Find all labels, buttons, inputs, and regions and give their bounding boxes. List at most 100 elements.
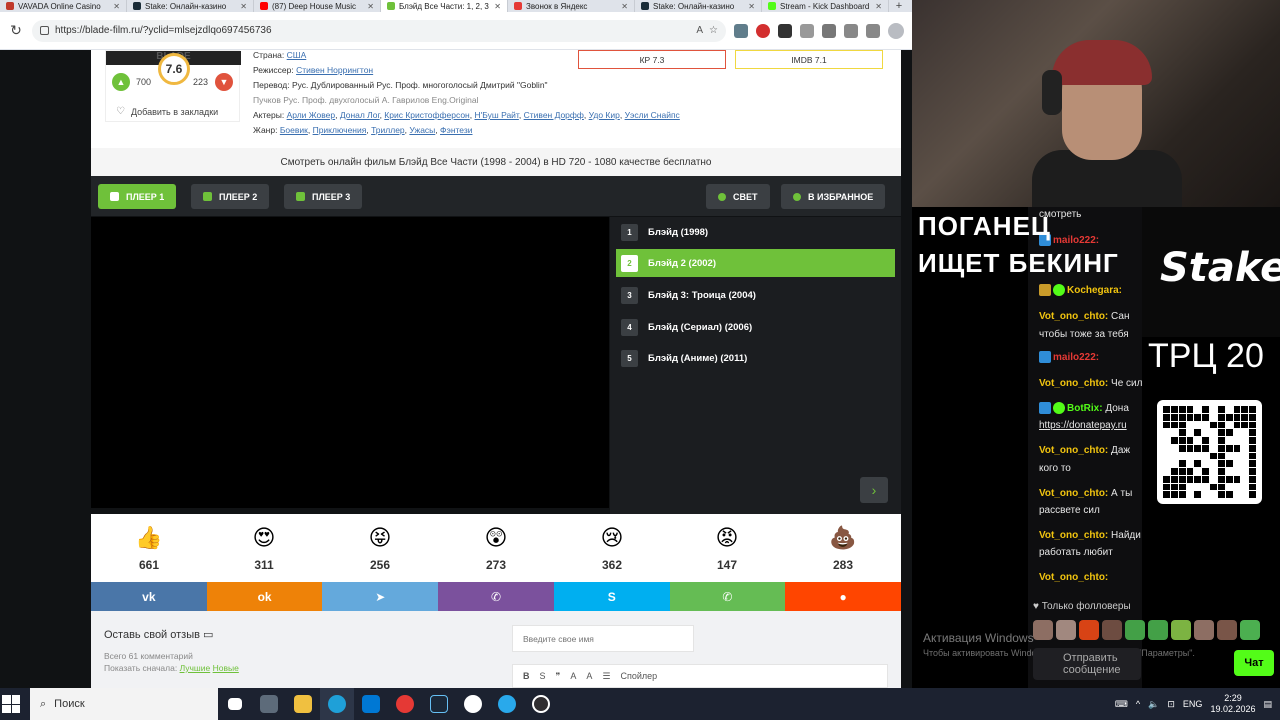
browser-tab[interactable]: Stream - Kick Dashboard ✕ [762, 0, 889, 12]
actor-link[interactable]: Стивен Дорфф [524, 110, 584, 120]
reaction-sad[interactable]: 😢 362 [582, 522, 642, 572]
emote-icon[interactable] [1125, 620, 1145, 640]
language-indicator[interactable]: ENG [1183, 699, 1203, 709]
lock-icon[interactable] [40, 26, 49, 35]
reaction-thumbs-up[interactable]: 👍 661 [119, 522, 179, 572]
obs-icon[interactable] [524, 688, 558, 720]
chat-send-button[interactable]: Чат [1234, 650, 1274, 676]
list-icon[interactable]: ☰ [602, 671, 610, 682]
bold-icon[interactable]: B [523, 671, 530, 681]
close-icon[interactable]: ✕ [113, 2, 120, 11]
reaction-poop[interactable]: 💩 283 [813, 522, 873, 572]
actor-link[interactable]: Удо Кир [589, 110, 620, 120]
star-icon[interactable]: ☆ [709, 25, 718, 36]
share-reddit-button[interactable]: ● [785, 582, 902, 611]
emote-icon[interactable] [1171, 620, 1191, 640]
episode-item[interactable]: 5 Блэйд (Аниме) (2011) [616, 344, 895, 372]
sort-new-link[interactable]: Новые [213, 663, 239, 673]
emote-icon[interactable] [1148, 620, 1168, 640]
puzzle-icon[interactable] [822, 23, 836, 38]
text-color-icon[interactable]: A [570, 671, 576, 681]
close-icon[interactable]: ✕ [748, 2, 755, 11]
share-telegram-button[interactable]: ➤ [322, 582, 439, 611]
profile-avatar[interactable] [888, 22, 904, 39]
genre-link[interactable]: Триллер [371, 125, 405, 135]
translate-icon[interactable]: A [696, 25, 703, 36]
tab-player-1[interactable]: ПЛЕЕР 1 [98, 184, 177, 209]
extension-icon[interactable] [734, 23, 748, 38]
background-color-icon[interactable]: A [586, 671, 592, 681]
bookmark-button[interactable]: ♡ Добавить в закладки [116, 106, 218, 117]
extension-icon[interactable] [756, 23, 770, 38]
chat-input[interactable]: Отправить сообщение [1033, 648, 1141, 680]
strike-icon[interactable]: S [540, 671, 546, 681]
share-viber-button[interactable]: ✆ [438, 582, 554, 611]
share-vk-button[interactable]: vk [91, 582, 207, 611]
mail-icon[interactable] [354, 688, 388, 720]
close-icon[interactable]: ✕ [240, 2, 247, 11]
favorites-icon[interactable] [844, 23, 858, 38]
reload-icon[interactable]: ↻ [8, 22, 24, 39]
edge-icon[interactable] [320, 688, 354, 720]
collections-icon[interactable] [866, 23, 880, 38]
keyboard-icon[interactable]: ⌨ [1115, 699, 1128, 710]
chat-link[interactable]: https://donatepay.ru [1039, 419, 1142, 433]
tab-player-3[interactable]: ПЛЕЕР 3 [284, 184, 363, 209]
browser-tab[interactable]: Stake: Онлайн-казино ✕ [635, 0, 762, 12]
video-player[interactable] [91, 217, 609, 508]
browser-tab-active[interactable]: Блэйд Все Части: 1, 2, 3 ✕ [381, 0, 508, 12]
telegram-icon[interactable] [490, 688, 524, 720]
favorites-button[interactable]: В ИЗБРАННОЕ [781, 184, 886, 209]
close-icon[interactable]: ✕ [367, 2, 374, 11]
taskbar-search[interactable]: ⌕ Поиск [30, 688, 218, 720]
sort-best-link[interactable]: Лучшие [180, 663, 211, 673]
close-icon[interactable]: ✕ [875, 2, 882, 11]
tray-expand-icon[interactable]: ^ [1136, 699, 1140, 709]
network-icon[interactable]: ⊡ [1167, 699, 1175, 710]
reaction-laugh[interactable]: 😝 256 [350, 522, 410, 572]
share-ok-button[interactable]: ok [206, 582, 323, 611]
light-button[interactable]: СВЕТ [706, 184, 770, 209]
share-skype-button[interactable]: S [553, 582, 670, 611]
volume-icon[interactable]: 🔈 [1148, 699, 1159, 710]
dislike-button[interactable]: ▼ [215, 73, 233, 91]
actor-link[interactable]: Донал Лог [340, 110, 380, 120]
emote-icon[interactable] [1217, 620, 1237, 640]
reaction-angry[interactable]: 😡 147 [697, 522, 757, 572]
episode-item[interactable]: 3 Блэйд 3: Троица (2004) [616, 281, 895, 309]
actor-link[interactable]: Крис Кристофферсон [384, 110, 469, 120]
browser-tab[interactable]: VAVADA Online Casino ✕ [0, 0, 127, 12]
episode-item-active[interactable]: 2 Блэйд 2 (2002) [616, 249, 895, 277]
genre-link[interactable]: Боевик [280, 125, 308, 135]
genre-link[interactable]: Ужасы [409, 125, 435, 135]
clock[interactable]: 2:29 19.02.2026 [1210, 693, 1255, 715]
yandex-icon[interactable] [388, 688, 422, 720]
share-whatsapp-button[interactable]: ✆ [669, 582, 786, 611]
emote-icon[interactable] [1240, 620, 1260, 640]
next-arrow-button[interactable]: › [860, 477, 888, 503]
genre-link[interactable]: Фэнтези [440, 125, 472, 135]
task-view-icon[interactable] [218, 688, 252, 720]
extension-icon[interactable] [778, 23, 792, 38]
yandex-browser-icon[interactable] [456, 688, 490, 720]
name-input[interactable] [512, 625, 694, 652]
browser-tab[interactable]: Звонок в Яндекс ✕ [508, 0, 635, 12]
url-field[interactable]: https://blade-film.ru/?yclid=mlsejzdlqo6… [32, 19, 726, 42]
spoiler-button[interactable]: Спойлер [620, 671, 657, 681]
file-explorer-icon[interactable] [286, 688, 320, 720]
genre-link[interactable]: Приключения [313, 125, 367, 135]
actor-link[interactable]: Н'Буш Райт [474, 110, 518, 120]
like-button[interactable]: ▲ [112, 73, 130, 91]
close-icon[interactable]: ✕ [621, 2, 628, 11]
tab-player-2[interactable]: ПЛЕЕР 2 [191, 184, 270, 209]
extension-icon[interactable] [800, 23, 814, 38]
notifications-icon[interactable]: ▤ [1263, 699, 1272, 710]
steam-icon[interactable] [422, 688, 456, 720]
actor-link[interactable]: Уэсли Снайпс [625, 110, 680, 120]
quote-icon[interactable]: ❞ [556, 671, 561, 682]
episode-item[interactable]: 1 Блэйд (1998) [616, 218, 895, 246]
windows-start-icon[interactable] [2, 695, 20, 713]
calculator-icon[interactable] [252, 688, 286, 720]
reaction-love[interactable]: 😍 311 [234, 522, 294, 572]
browser-tab[interactable]: Stake: Онлайн-казино ✕ [127, 0, 254, 12]
